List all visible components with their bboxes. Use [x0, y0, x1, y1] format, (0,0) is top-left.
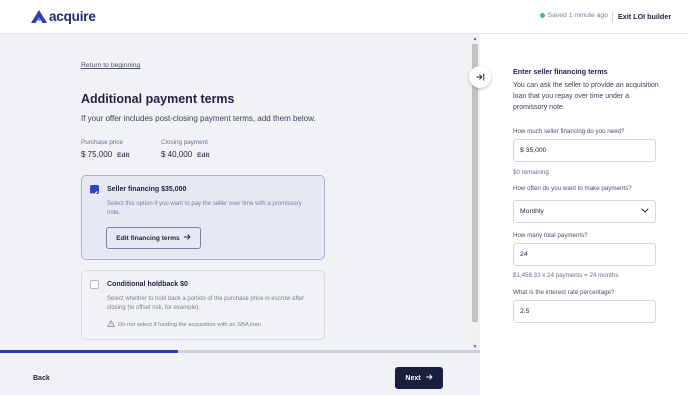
progress-bar-fill [0, 350, 178, 353]
edit-purchase-price-button[interactable]: Edit [117, 152, 129, 159]
interest-rate-label: What is the interest rate percentage? [513, 289, 615, 296]
conditional-holdback-checkbox[interactable] [90, 280, 99, 289]
closing-payment: $ 40,000 Edit [161, 150, 209, 159]
next-button-label: Next [405, 374, 421, 382]
closing-payment-value: $ 40,000 [161, 150, 193, 159]
page-subtitle: If your offer includes post-closing paym… [81, 114, 316, 123]
back-button[interactable]: Back [33, 375, 50, 382]
next-button[interactable]: Next [395, 367, 443, 389]
return-to-beginning-link[interactable]: Return to beginning [81, 62, 140, 69]
purchase-price: $ 75,000 Edit [81, 150, 129, 159]
arrow-right-icon [425, 374, 433, 382]
interest-rate-input[interactable]: 2.5 [513, 300, 656, 323]
financing-amount-input[interactable]: $ 35,000 [513, 139, 656, 162]
status-dot [539, 13, 545, 18]
top-bar: acquire Saved 1 minute ago Exit LOI buil… [0, 0, 688, 34]
purchase-price-label: Purchase price [81, 139, 123, 146]
panel-description: You can ask the seller to provide an acq… [513, 82, 659, 111]
arrow-right-icon [183, 234, 191, 242]
collapse-panel-button[interactable] [469, 66, 491, 88]
save-status-text: Saved 1 minute ago [547, 12, 608, 19]
conditional-holdback-title: Conditional holdback $0 [107, 281, 188, 288]
conditional-holdback-option[interactable]: Conditional holdback $0 Select whether t… [81, 270, 325, 340]
edit-financing-terms-button[interactable]: Edit financing terms [106, 227, 201, 249]
check-icon [91, 191, 98, 196]
collapse-panel-icon [475, 68, 485, 86]
total-payments-label: How many total payments? [513, 232, 588, 239]
logo[interactable]: acquire [31, 9, 96, 24]
total-payments-input[interactable]: 24 [513, 243, 656, 266]
remaining-amount-text: $0 remaining [513, 169, 549, 176]
edit-financing-terms-label: Edit financing terms [116, 234, 180, 242]
seller-financing-title: Seller financing $35,000 [107, 186, 187, 193]
panel-title: Enter seller financing terms [513, 67, 608, 76]
financing-amount-label: How much seller financing do you need? [513, 128, 625, 135]
purchase-price-value: $ 75,000 [81, 150, 113, 159]
acquire-logo-icon [31, 10, 47, 23]
progress-bar [0, 350, 480, 353]
header-divider [612, 11, 613, 22]
payment-summary-text: $1,458.33 x 24 payments = 24 months [513, 272, 619, 279]
seller-financing-panel: Enter seller financing terms You can ask… [480, 34, 688, 395]
exit-loi-builder-button[interactable]: Exit LOI builder [618, 12, 671, 21]
payment-frequency-value: Monthly [520, 208, 544, 215]
payment-frequency-label: How often do you want to make payments? [513, 185, 632, 192]
save-status: Saved 1 minute ago [539, 12, 608, 19]
page-title: Additional payment terms [81, 92, 235, 106]
warning-icon [107, 320, 115, 329]
logo-text: acquire [49, 9, 96, 24]
conditional-holdback-description: Select whether to hold back a portion of… [107, 296, 305, 311]
seller-financing-checkbox[interactable] [90, 185, 99, 196]
payment-frequency-select[interactable]: Monthly [513, 200, 656, 223]
seller-financing-option[interactable]: Seller financing $35,000 Select this opt… [81, 175, 325, 260]
sba-warning: Do not select if funding the acquisition… [107, 320, 261, 329]
seller-financing-description: Select this option if you want to pay th… [107, 201, 302, 216]
main-content: Return to beginning Additional payment t… [0, 34, 480, 395]
scroll-up-arrow-icon[interactable]: ▲ [471, 35, 479, 43]
closing-payment-label: Closing payment [161, 139, 208, 146]
sba-warning-text: Do not select if funding the acquisition… [118, 321, 262, 328]
edit-closing-payment-button[interactable]: Edit [197, 152, 209, 159]
chevron-down-icon [641, 208, 649, 215]
